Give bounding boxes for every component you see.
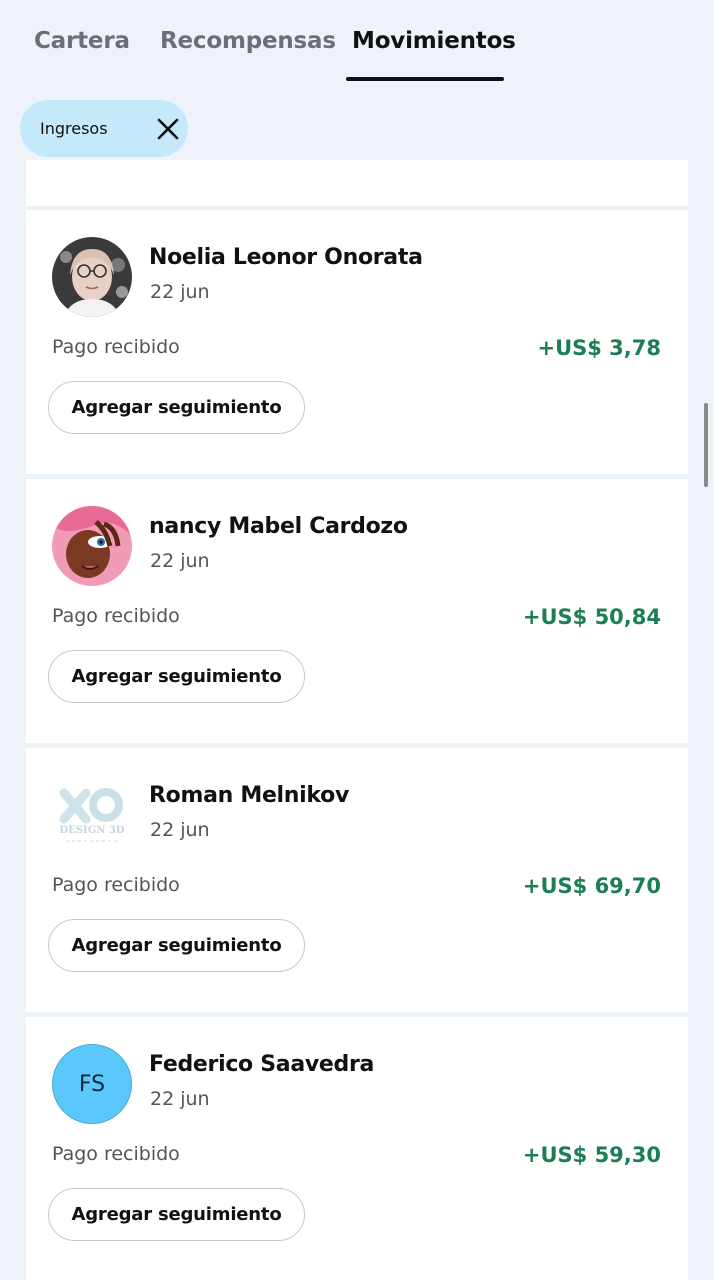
transaction-status: Pago recibido	[52, 605, 180, 627]
avatar-initials: FS	[78, 1071, 106, 1097]
transaction-date: 22 jun	[150, 1088, 210, 1110]
add-tracking-button[interactable]: Agregar seguimiento	[48, 650, 305, 703]
transaction-card-partial	[26, 160, 688, 206]
transaction-date: 22 jun	[150, 281, 210, 303]
transaction-status: Pago recibido	[52, 1143, 180, 1165]
sender-name: Noelia Leonor Onorata	[149, 245, 423, 270]
transaction-date: 22 jun	[150, 819, 210, 841]
tab-recompensas[interactable]: Recompensas	[160, 28, 336, 54]
active-tab-indicator	[346, 77, 504, 81]
close-icon[interactable]	[154, 115, 182, 143]
avatar	[52, 506, 132, 586]
transaction-amount: +US$ 59,30	[522, 1143, 661, 1167]
tab-bar: Cartera Recompensas Movimientos	[0, 0, 714, 90]
transaction-amount: +US$ 50,84	[522, 605, 661, 629]
add-tracking-button[interactable]: Agregar seguimiento	[48, 1188, 305, 1241]
transaction-date: 22 jun	[150, 550, 210, 572]
avatar: FS	[52, 1044, 132, 1124]
add-tracking-button[interactable]: Agregar seguimiento	[48, 381, 305, 434]
avatar	[52, 237, 132, 317]
transaction-status: Pago recibido	[52, 336, 180, 358]
avatar: DESIGN 3D	[52, 775, 132, 855]
sender-name: Federico Saavedra	[149, 1052, 375, 1077]
sender-name: Roman Melnikov	[149, 783, 349, 808]
avatar-logo-text: DESIGN 3D	[60, 825, 125, 836]
transaction-card: FS Federico Saavedra 22 jun Pago recibid…	[26, 1017, 688, 1280]
transaction-amount: +US$ 69,70	[522, 874, 661, 898]
filter-chip-label: Ingresos	[40, 119, 108, 138]
transactions-list[interactable]: Noelia Leonor Onorata 22 jun Pago recibi…	[0, 160, 714, 1280]
scrollbar[interactable]	[704, 403, 708, 487]
transaction-card: nancy Mabel Cardozo 22 jun Pago recibido…	[26, 479, 688, 743]
sender-name: nancy Mabel Cardozo	[149, 514, 408, 539]
filter-chip-ingresos[interactable]: Ingresos	[20, 100, 188, 157]
tab-cartera[interactable]: Cartera	[34, 28, 130, 54]
transaction-amount: +US$ 3,78	[537, 336, 661, 360]
transaction-status: Pago recibido	[52, 874, 180, 896]
transaction-card: DESIGN 3D Roman Melnikov 22 jun Pago rec…	[26, 748, 688, 1012]
tab-movimientos[interactable]: Movimientos	[352, 28, 516, 54]
add-tracking-button[interactable]: Agregar seguimiento	[48, 919, 305, 972]
transaction-card: Noelia Leonor Onorata 22 jun Pago recibi…	[26, 210, 688, 474]
